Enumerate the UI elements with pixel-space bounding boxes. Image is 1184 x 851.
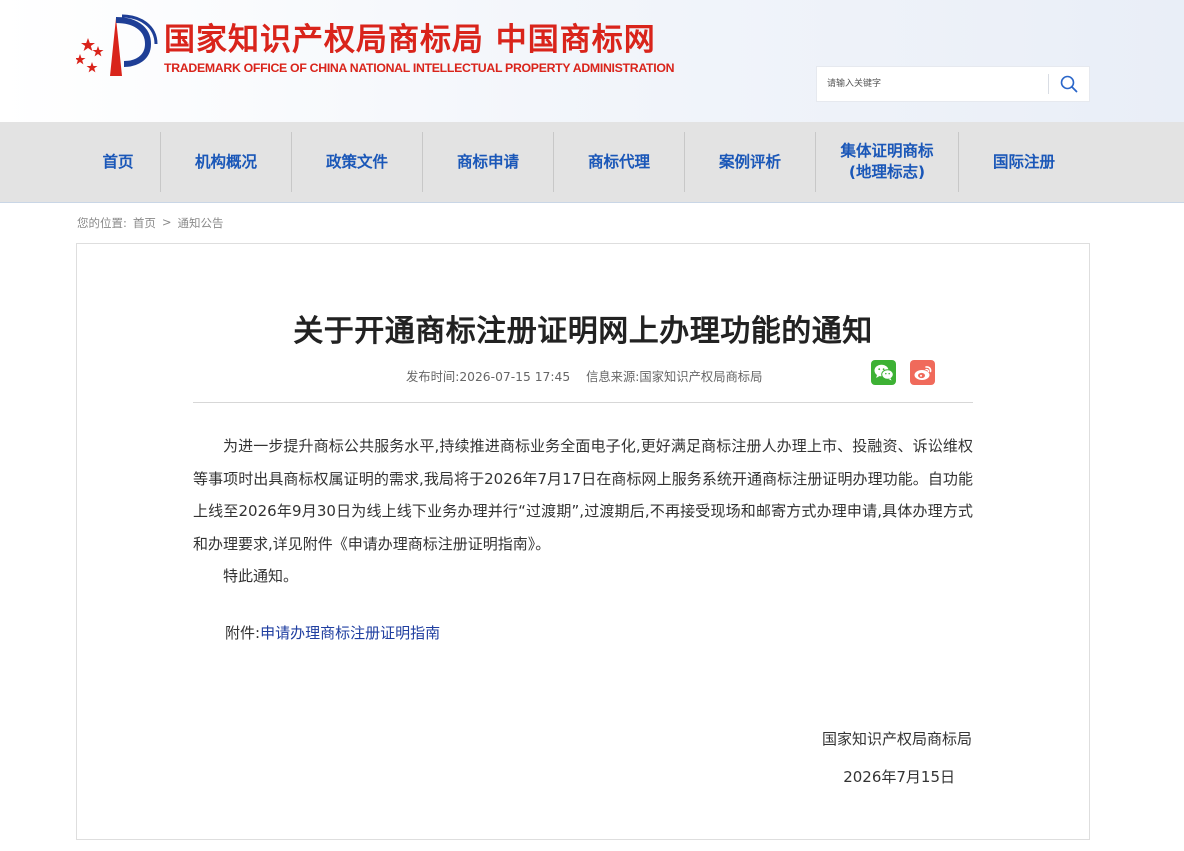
logo-chinese-title: 国家知识产权局商标局 中国商标网 xyxy=(164,22,656,58)
nav-label: 国际注册 xyxy=(992,152,1055,171)
nav-label-stack: 集体证明商标 (地理标志) xyxy=(840,141,933,183)
nav-label: 案例评析 xyxy=(718,152,781,171)
breadcrumb-prefix: 您的位置: xyxy=(77,216,127,230)
weibo-share-button[interactable] xyxy=(910,360,935,385)
nav-item-application[interactable]: 商标申请 xyxy=(423,132,553,192)
article-card: 关于开通商标注册证明网上办理功能的通知 发布时间:2026-07-15 17:4… xyxy=(76,243,1090,840)
nav-label: 首页 xyxy=(102,152,134,171)
signature-date: 2026年7月15日 xyxy=(843,768,955,786)
article-paragraph-closing: 特此通知。 xyxy=(223,567,299,585)
signature: 国家知识产权局商标局 2026年7月15日 xyxy=(822,720,972,796)
site-logo[interactable]: 国家知识产权局商标局 中国商标网 TRADEMARK OFFICE OF CHI… xyxy=(76,14,674,80)
nav-label: 商标代理 xyxy=(587,152,650,171)
nav-label: 商标申请 xyxy=(456,152,519,171)
breadcrumb-home-link[interactable]: 首页 xyxy=(133,215,156,231)
nav-item-policy[interactable]: 政策文件 xyxy=(292,132,422,192)
title-divider xyxy=(193,402,973,403)
article-title: 关于开通商标注册证明网上办理功能的通知 xyxy=(293,314,873,349)
attachment-link[interactable]: 申请办理商标注册证明指南 xyxy=(260,624,440,642)
nav-item-organization[interactable]: 机构概况 xyxy=(161,132,291,192)
search-button[interactable] xyxy=(1049,67,1089,101)
search-icon xyxy=(1060,75,1078,93)
main-nav: 首页 机构概况 政策文件 商标申请 商标代理 案例评析 集体证明商标 (地理标志)… xyxy=(0,122,1184,203)
info-source: 信息来源:国家知识产权局商标局 xyxy=(586,370,763,384)
nav-label: 机构概况 xyxy=(194,152,257,171)
attachment: 附件:申请办理商标注册证明指南 xyxy=(225,622,440,643)
nav-label: 政策文件 xyxy=(325,152,388,171)
weibo-icon xyxy=(914,366,931,380)
search-input[interactable] xyxy=(817,67,1048,101)
article-paragraph: 为进一步提升商标公共服务水平,持续推进商标业务全面电子化,更好满足商标注册人办理… xyxy=(193,437,973,553)
wechat-icon xyxy=(874,364,894,381)
breadcrumb: 您的位置: 首页 > 通知公告 xyxy=(77,215,224,231)
logo-text: 国家知识产权局商标局 中国商标网 TRADEMARK OFFICE OF CHI… xyxy=(164,14,674,75)
publish-time: 发布时间:2026-07-15 17:45 xyxy=(406,370,571,384)
site-header: 国家知识产权局商标局 中国商标网 TRADEMARK OFFICE OF CHI… xyxy=(0,0,1184,122)
nav-item-agency[interactable]: 商标代理 xyxy=(554,132,684,192)
article-body: 为进一步提升商标公共服务水平,持续推进商标业务全面电子化,更好满足商标注册人办理… xyxy=(193,430,973,593)
nav-item-home[interactable]: 首页 xyxy=(76,132,160,192)
nav-label: 集体证明商标 xyxy=(840,142,934,160)
article-meta: 发布时间:2026-07-15 17:45 信息来源:国家知识产权局商标局 xyxy=(406,367,774,385)
signature-org: 国家知识产权局商标局 xyxy=(821,730,972,748)
wechat-share-button[interactable] xyxy=(871,360,896,385)
breadcrumb-current-link[interactable]: 通知公告 xyxy=(178,215,224,231)
share-buttons xyxy=(871,360,935,385)
breadcrumb-separator: > xyxy=(161,215,172,229)
search-box xyxy=(816,66,1090,102)
attachment-label: 附件: xyxy=(225,624,261,642)
nav-label-sub: (地理标志) xyxy=(848,163,926,181)
nav-item-cases[interactable]: 案例评析 xyxy=(685,132,815,192)
nav-item-collective-marks[interactable]: 集体证明商标 (地理标志) xyxy=(816,132,958,192)
nav-item-international[interactable]: 国际注册 xyxy=(959,132,1089,192)
logo-english-title: TRADEMARK OFFICE OF CHINA NATIONAL INTEL… xyxy=(164,61,675,75)
logo-emblem-icon xyxy=(76,14,158,76)
